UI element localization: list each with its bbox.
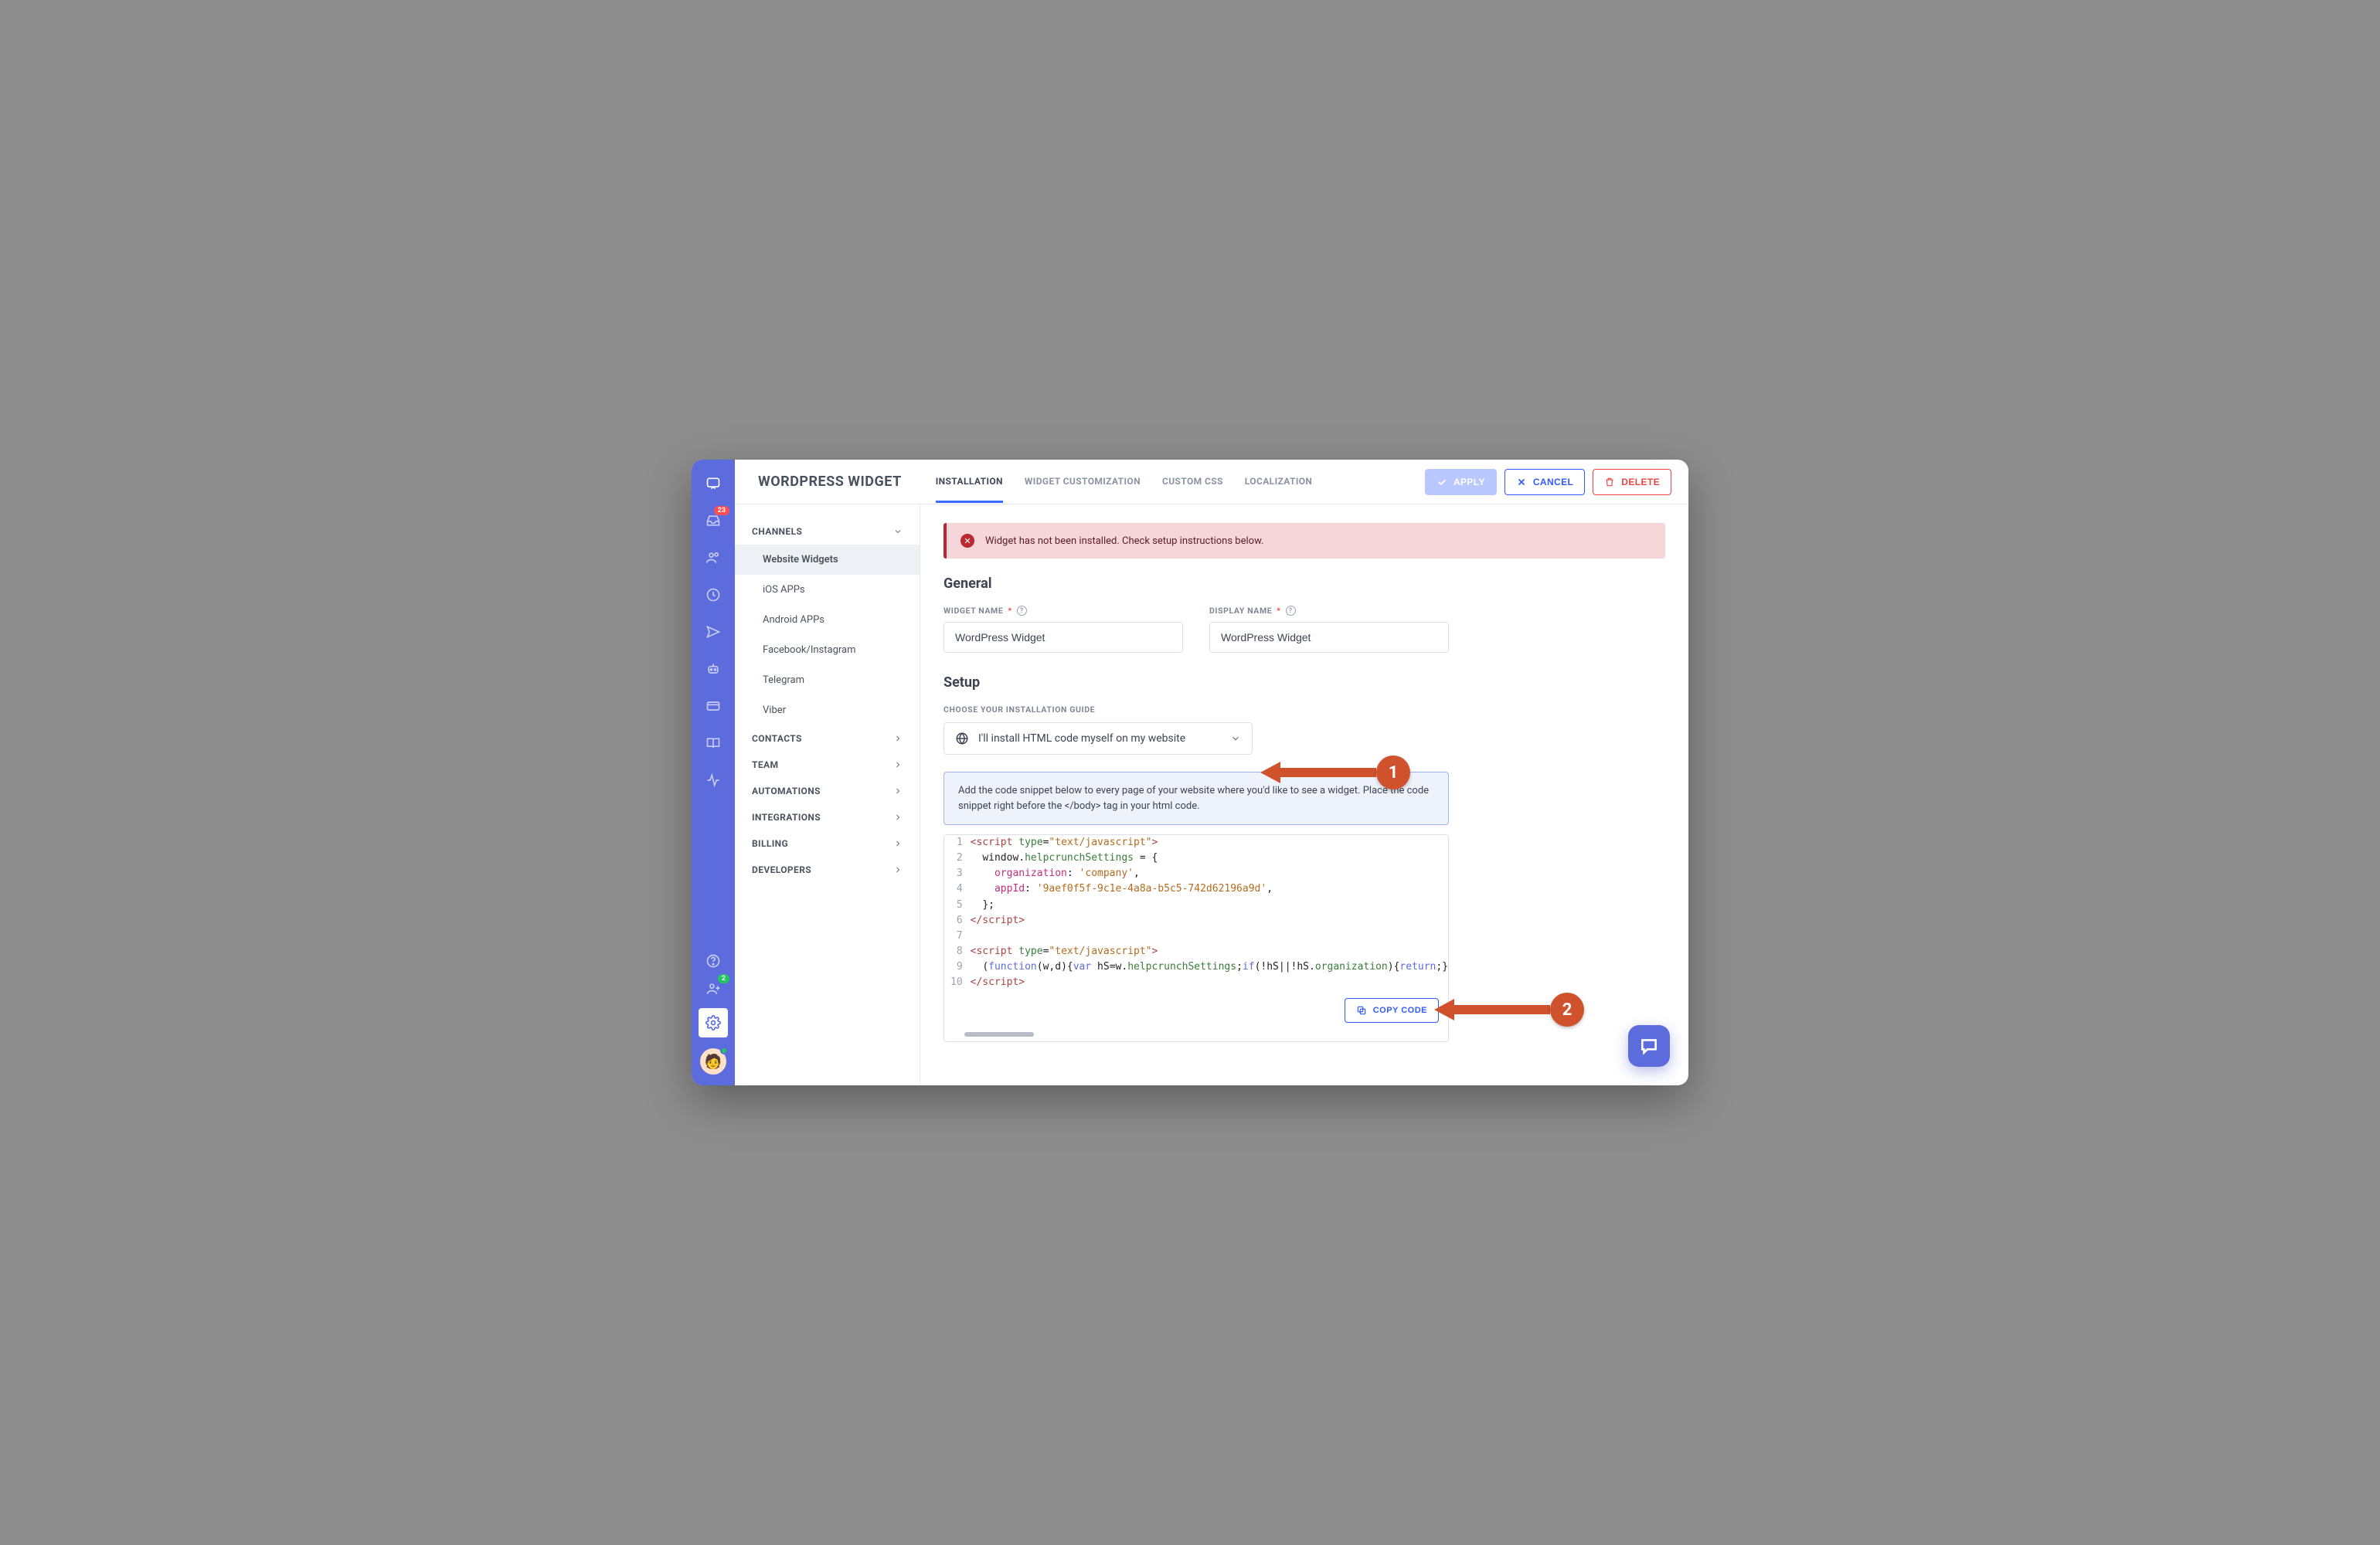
copy-code-button[interactable]: COPY CODE [1345, 998, 1439, 1023]
sidenav-item-viber[interactable]: Viber [735, 695, 920, 725]
select-value: I'll install HTML code myself on my webs… [978, 732, 1221, 745]
help-icon[interactable] [705, 952, 722, 969]
delete-button[interactable]: DELETE [1593, 469, 1671, 495]
sidenav-label: DEVELOPERS [752, 864, 811, 875]
copy-label: COPY CODE [1373, 1006, 1427, 1015]
sidenav-label: TEAM [752, 759, 778, 770]
inbox-icon[interactable]: 23 [705, 512, 722, 529]
copy-icon [1356, 1005, 1367, 1016]
send-icon[interactable] [705, 623, 722, 640]
chevron-right-icon [893, 760, 903, 769]
bot-icon[interactable] [705, 660, 722, 677]
chevron-right-icon [893, 839, 903, 848]
code-appid: 9aef0f5f-9c1e-4a8a-b5c5-742d62196a9d [1043, 883, 1261, 895]
chevron-down-icon [893, 527, 903, 536]
chevron-right-icon [893, 813, 903, 822]
setup-heading: Setup [944, 674, 1665, 691]
error-icon: ✕ [960, 534, 974, 548]
widget-name-label: WIDGET NAME [944, 606, 1003, 616]
add-user-badge: 2 [718, 974, 729, 983]
contacts-icon[interactable] [705, 549, 722, 566]
help-icon[interactable]: ? [1286, 606, 1296, 616]
code-org: company [1085, 868, 1127, 879]
apply-label: APPLY [1454, 477, 1485, 487]
chat-icon[interactable] [705, 475, 722, 492]
install-guide-select[interactable]: I'll install HTML code myself on my webs… [944, 722, 1253, 755]
sidenav-channels[interactable]: CHANNELS [735, 518, 920, 545]
sidenav-label: CONTACTS [752, 733, 802, 744]
sidenav-label: CHANNELS [752, 526, 802, 537]
tab-widget-customization[interactable]: WIDGET CUSTOMIZATION [1025, 460, 1141, 503]
chevron-down-icon [1230, 733, 1241, 744]
sidenav-item-ios[interactable]: iOS APPs [735, 575, 920, 605]
sidenav-developers[interactable]: DEVELOPERS [735, 857, 920, 883]
sidenav-item-facebook[interactable]: Facebook/Instagram [735, 635, 920, 665]
general-heading: General [944, 576, 1665, 592]
display-name-input[interactable] [1209, 622, 1449, 653]
settings-icon[interactable] [699, 1008, 728, 1037]
annotation-2: 2 [1434, 993, 1584, 1027]
tab-custom-css[interactable]: CUSTOM CSS [1162, 460, 1223, 503]
delete-label: DELETE [1621, 477, 1660, 487]
alert-text: Widget has not been installed. Check set… [985, 535, 1263, 547]
sidenav-automations[interactable]: AUTOMATIONS [735, 778, 920, 804]
page-title: WORDPRESS WIDGET [758, 474, 902, 490]
add-user-icon[interactable]: 2 [705, 980, 722, 997]
chat-fab[interactable] [1628, 1025, 1670, 1067]
required-mark: * [1277, 606, 1280, 616]
chevron-right-icon [893, 734, 903, 743]
sidenav-item-website-widgets[interactable]: Website Widgets [735, 545, 920, 575]
card-icon[interactable] [705, 698, 722, 715]
app-frame: 23 2 [692, 460, 1688, 1085]
cancel-label: CANCEL [1533, 477, 1573, 487]
activity-icon[interactable] [705, 772, 722, 789]
presence-dot [720, 1047, 728, 1054]
sidenav-billing[interactable]: BILLING [735, 830, 920, 857]
inbox-badge: 23 [714, 506, 729, 515]
globe-icon [955, 732, 969, 745]
sidenav-team[interactable]: TEAM [735, 752, 920, 778]
sidenav-label: INTEGRATIONS [752, 812, 821, 823]
annotation-badge: 2 [1550, 993, 1584, 1027]
code-block[interactable]: 1<script type="text/javascript"> 2 windo… [944, 835, 1448, 990]
widget-name-input[interactable] [944, 622, 1183, 653]
help-icon[interactable]: ? [1017, 606, 1027, 616]
code-snippet: 1<script type="text/javascript"> 2 windo… [944, 834, 1449, 1042]
sidenav-label: AUTOMATIONS [752, 786, 821, 796]
avatar[interactable]: 🧑 [700, 1048, 726, 1075]
install-alert: ✕ Widget has not been installed. Check s… [944, 523, 1665, 559]
info-box: Add the code snippet below to every page… [944, 772, 1449, 825]
tab-localization[interactable]: LOCALIZATION [1245, 460, 1313, 503]
settings-sidenav: CHANNELS Website Widgets iOS APPs Androi… [735, 504, 920, 1085]
sidenav-label: BILLING [752, 838, 788, 849]
required-mark: * [1008, 606, 1012, 616]
nav-rail: 23 2 [692, 460, 735, 1085]
book-icon[interactable] [705, 735, 722, 752]
main-content: ✕ Widget has not been installed. Check s… [920, 504, 1688, 1085]
clock-icon[interactable] [705, 586, 722, 603]
sidenav-integrations[interactable]: INTEGRATIONS [735, 804, 920, 830]
scrollbar[interactable] [964, 1032, 1034, 1037]
cancel-button[interactable]: CANCEL [1504, 469, 1585, 495]
sidenav-item-telegram[interactable]: Telegram [735, 665, 920, 695]
apply-button[interactable]: APPLY [1425, 469, 1497, 495]
sidenav-item-android[interactable]: Android APPs [735, 605, 920, 635]
chevron-right-icon [893, 786, 903, 796]
tab-installation[interactable]: INSTALLATION [936, 460, 1003, 503]
header: WORDPRESS WIDGET INSTALLATION WIDGET CUS… [735, 460, 1688, 504]
display-name-label: DISPLAY NAME [1209, 606, 1272, 616]
guide-label: CHOOSE YOUR INSTALLATION GUIDE [944, 705, 1665, 715]
chevron-right-icon [893, 865, 903, 874]
tabs: INSTALLATION WIDGET CUSTOMIZATION CUSTOM… [936, 460, 1313, 503]
sidenav-contacts[interactable]: CONTACTS [735, 725, 920, 752]
